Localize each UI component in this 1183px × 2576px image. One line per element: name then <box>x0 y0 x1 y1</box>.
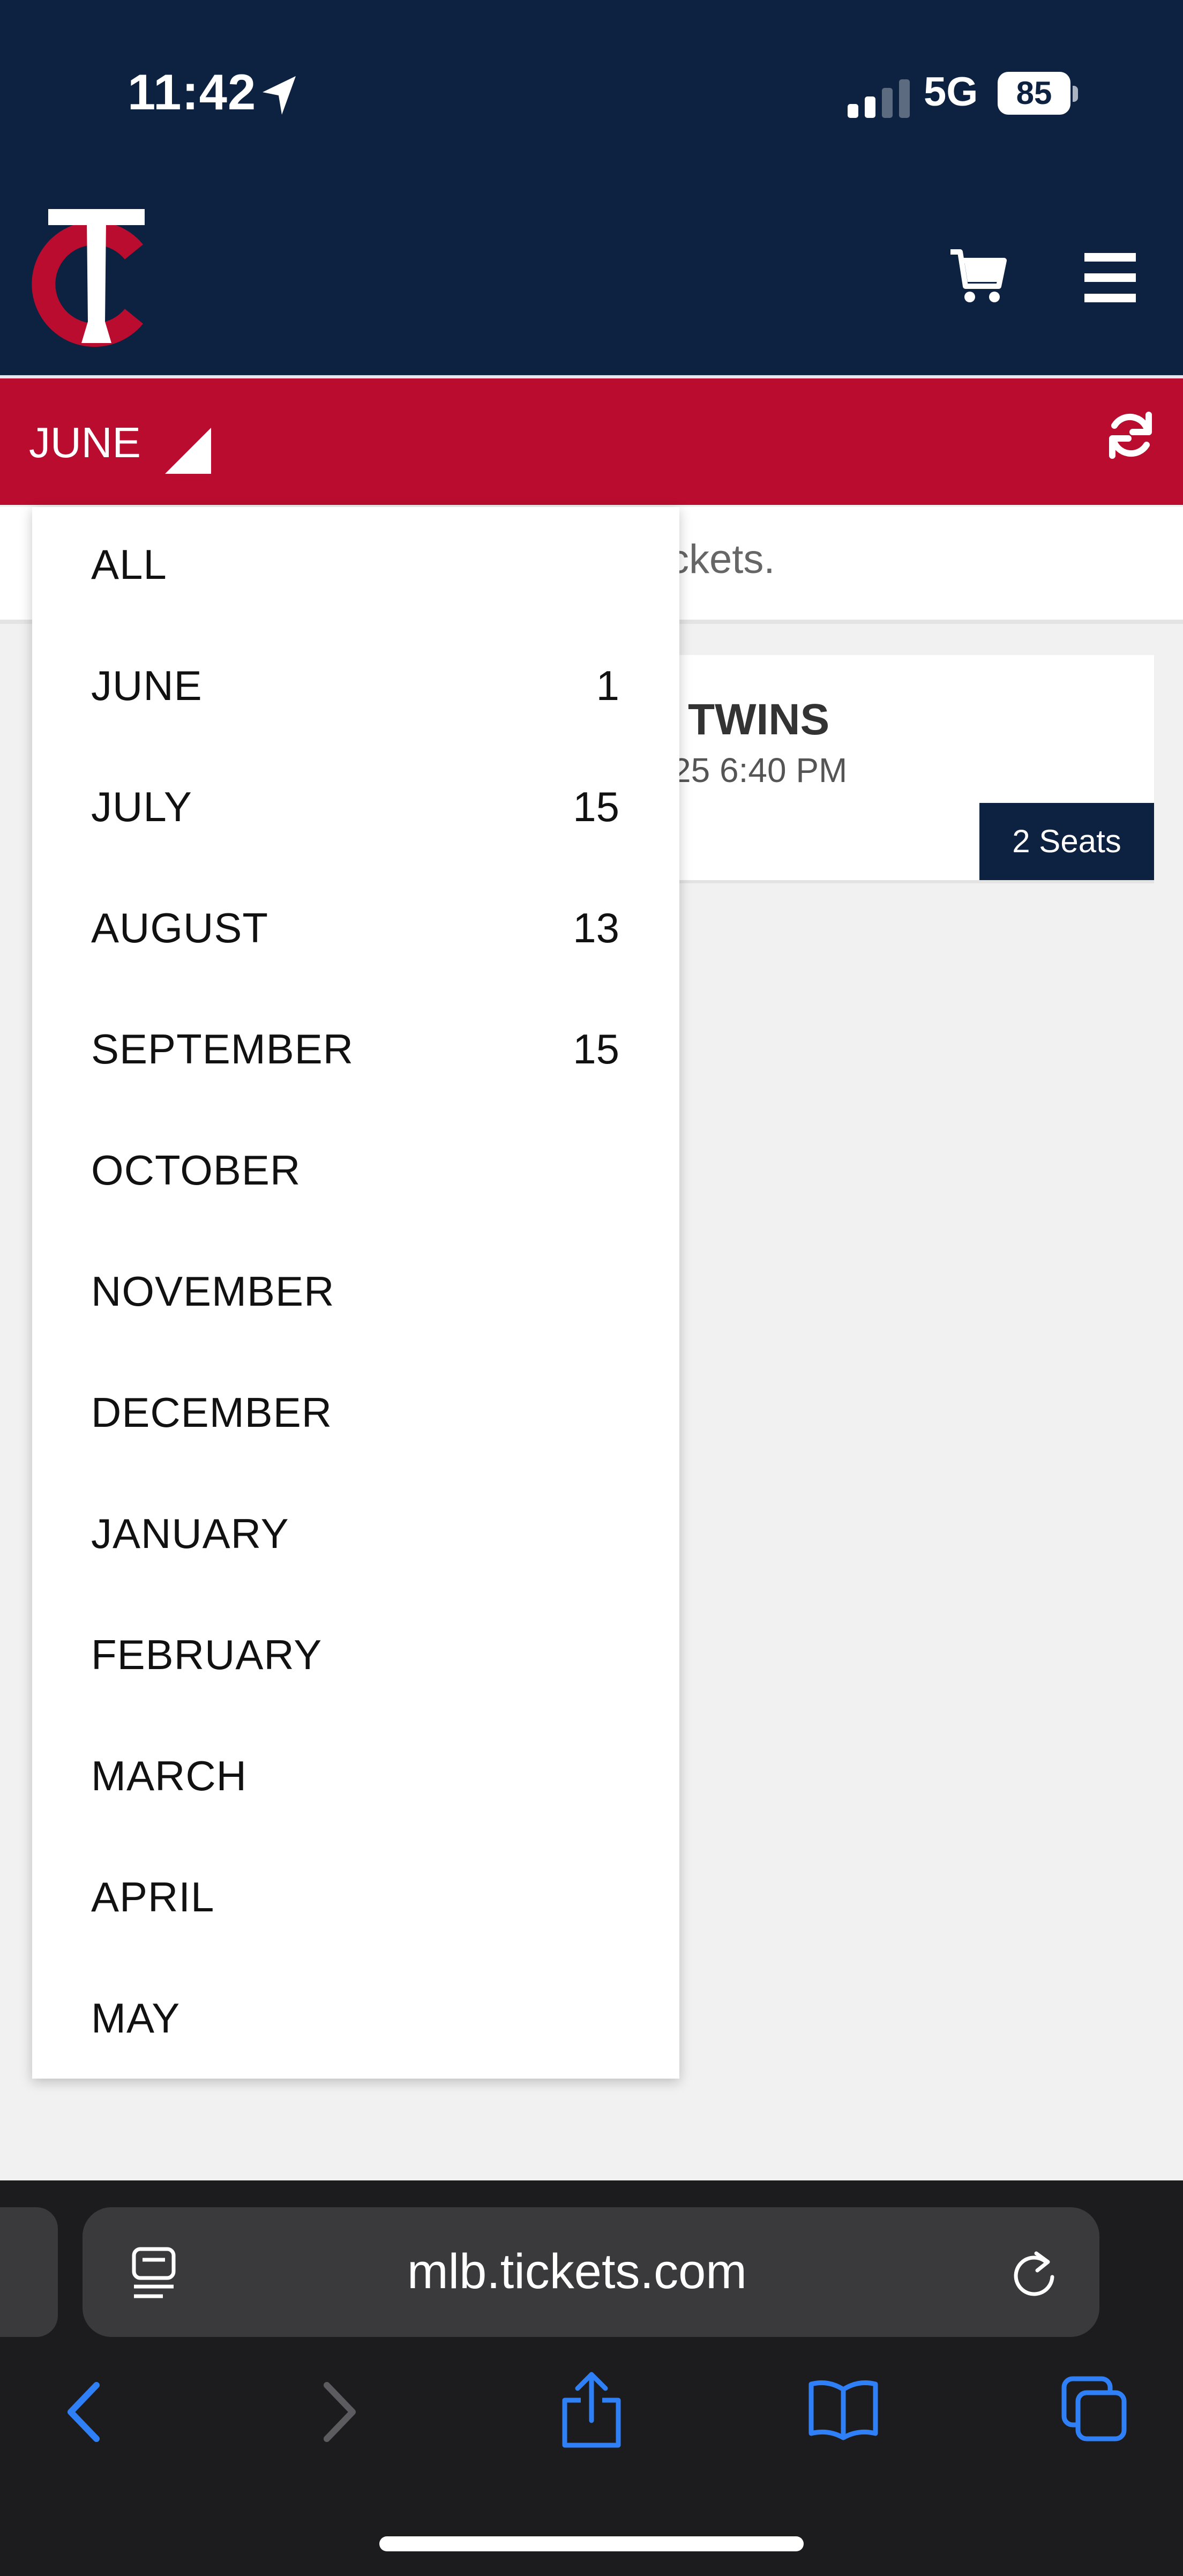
option-label: JANUARY <box>91 1510 289 1557</box>
twins-logo-icon[interactable] <box>27 209 166 351</box>
reload-icon[interactable] <box>1008 2246 1060 2302</box>
share-icon[interactable] <box>557 2369 626 2452</box>
url-text[interactable]: mlb.tickets.com <box>407 2244 747 2300</box>
home-indicator[interactable] <box>379 2536 804 2551</box>
reader-mode-icon[interactable] <box>131 2246 182 2302</box>
option-count: 1 <box>596 662 619 709</box>
game-date: 25 6:40 PM <box>672 751 848 790</box>
option-label: JULY <box>91 783 192 830</box>
month-option-august[interactable]: AUGUST 13 <box>32 870 679 992</box>
back-arrow-icon[interactable] <box>63 2380 106 2447</box>
month-option-december[interactable]: DECEMBER <box>32 1355 679 1476</box>
battery-level: 85 <box>998 72 1070 115</box>
month-select[interactable]: JUNE <box>29 418 141 467</box>
option-label: MAY <box>91 1994 181 2042</box>
battery-tip <box>1073 86 1078 102</box>
refresh-icon[interactable] <box>1105 410 1156 464</box>
location-arrow-icon <box>260 74 299 120</box>
game-title: TWINS <box>688 695 830 744</box>
option-label: AUGUST <box>91 904 269 951</box>
month-dropdown-menu: ALL JUNE 1 JULY 15 AUGUST 13 SEPTEMBER 1… <box>32 507 679 2079</box>
previous-tab-preview[interactable] <box>0 2207 58 2337</box>
status-time: 11:42 <box>128 64 257 120</box>
month-option-september[interactable]: SEPTEMBER 15 <box>32 992 679 1113</box>
option-label: SEPTEMBER <box>91 1025 354 1073</box>
seats-button[interactable]: 2 Seats <box>979 803 1154 880</box>
option-label: JUNE <box>91 662 203 709</box>
option-count: 15 <box>573 783 619 830</box>
option-label: NOVEMBER <box>91 1268 335 1315</box>
month-option-july[interactable]: JULY 15 <box>32 749 679 870</box>
cart-icon[interactable] <box>948 247 1007 308</box>
notice-text: ckets. <box>669 537 775 582</box>
option-count: 15 <box>573 1025 619 1073</box>
month-option-may[interactable]: MAY <box>32 1961 679 2082</box>
tabs-overview-icon[interactable] <box>1060 2374 1128 2446</box>
option-label: OCTOBER <box>91 1146 301 1194</box>
bookmarks-book-icon[interactable] <box>807 2378 880 2445</box>
option-label: APRIL <box>91 1873 215 1920</box>
forward-arrow-icon[interactable] <box>317 2380 360 2447</box>
option-label: FEBRUARY <box>91 1631 323 1678</box>
month-option-april[interactable]: APRIL <box>32 1840 679 1961</box>
network-type: 5G <box>924 69 978 115</box>
month-option-february[interactable]: FEBRUARY <box>32 1597 679 1718</box>
month-option-all[interactable]: ALL <box>32 507 679 628</box>
month-option-march[interactable]: MARCH <box>32 1718 679 1840</box>
option-count: 13 <box>573 904 619 951</box>
hamburger-menu-icon[interactable] <box>1084 252 1136 306</box>
option-label: ALL <box>91 541 167 588</box>
option-label: MARCH <box>91 1752 247 1799</box>
option-label: DECEMBER <box>91 1389 333 1436</box>
cellular-signal-icon <box>848 79 912 121</box>
month-option-october[interactable]: OCTOBER <box>32 1113 679 1234</box>
app-header <box>0 0 1183 375</box>
month-option-june[interactable]: JUNE 1 <box>32 628 679 749</box>
month-option-november[interactable]: NOVEMBER <box>32 1234 679 1355</box>
month-option-january[interactable]: JANUARY <box>32 1476 679 1597</box>
dropdown-caret-icon[interactable] <box>165 428 211 477</box>
